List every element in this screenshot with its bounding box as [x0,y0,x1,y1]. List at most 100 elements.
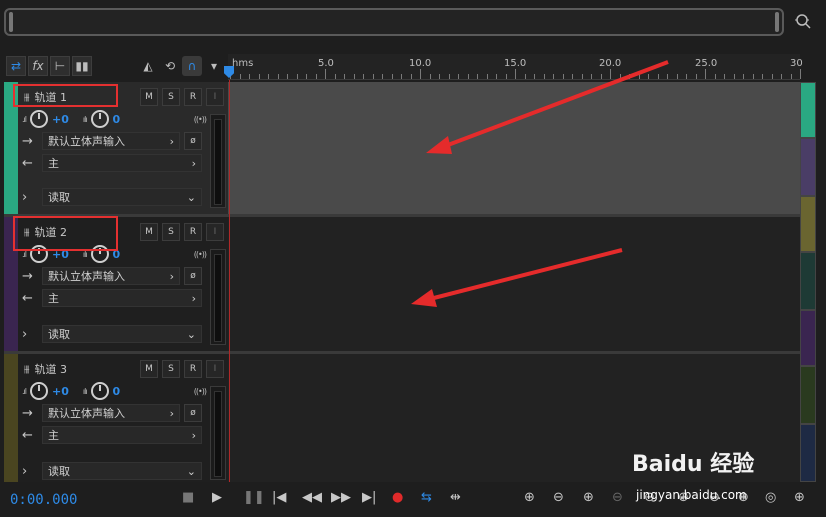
ruler-tick [572,74,573,79]
mute-button[interactable]: M [140,88,158,106]
record-arm-button[interactable]: R [184,88,202,106]
track-lane[interactable] [228,82,800,214]
record-arm-button[interactable]: R [184,360,202,378]
sends-icon[interactable]: ⊢ [50,56,70,76]
snap-magnet-icon[interactable]: ∩ [182,56,202,76]
ruler-tick [676,74,678,79]
pan-knob[interactable] [90,110,109,128]
output-select[interactable]: 主 › [42,154,202,172]
zoom-in-amplitude-icon[interactable]: ⊕ [524,490,535,505]
ruler-tick [268,74,269,79]
phase-invert-icon[interactable]: ø [184,267,202,285]
output-select[interactable]: 主 › [42,426,202,444]
ruler-tick [657,74,659,79]
minimap-block [800,252,816,310]
pan-value[interactable]: 0 [113,113,121,126]
track-minimap[interactable] [800,82,818,482]
zoom-reset-icon[interactable]: ◎ [765,490,776,505]
volume-value[interactable]: +0 [52,113,69,126]
automation-value: 读取 [48,328,70,341]
track-name[interactable]: 轨道 3 [34,361,67,377]
ruler-tick [743,74,744,79]
zoom-in-time-icon[interactable]: ⊕ [583,490,594,505]
eq-icon[interactable]: ▮▮ [72,56,92,76]
ruler-tick [629,74,630,79]
zoom-selection-icon[interactable] [794,12,812,30]
ruler-tick [800,69,801,79]
overview-scrollbar[interactable] [4,8,784,36]
metronome-icon[interactable]: ◭ [138,56,158,76]
ruler-tick [790,74,792,79]
automation-value: 读取 [48,465,70,478]
input-select[interactable]: 默认立体声输入 › [42,404,180,422]
expand-icon[interactable]: › [22,464,42,479]
volume-value[interactable]: +0 [52,385,69,398]
mute-button[interactable]: M [140,223,158,241]
stereo-icon[interactable]: ((•)) [194,115,207,124]
phase-invert-icon[interactable]: ø [184,132,202,150]
input-select[interactable]: 默认立体声输入 › [42,267,180,285]
fast-forward-icon[interactable]: ▶▶ [331,490,351,505]
ruler-tick [496,74,497,79]
ruler-tick [515,69,516,79]
skip-to-start-icon[interactable]: |◀ [272,490,286,505]
inputs-outputs-icon[interactable]: ⇄ [6,56,26,76]
output-arrow-icon: ← [22,427,33,443]
pan-value[interactable]: 0 [113,385,121,398]
solo-button[interactable]: S [162,360,180,378]
solo-button[interactable]: S [162,88,180,106]
pan-knob[interactable] [90,382,109,400]
record-icon[interactable]: ● [392,490,403,505]
ruler-tick [505,74,507,79]
input-select-value: 默认立体声输入 [48,135,125,148]
solo-button[interactable]: S [162,223,180,241]
track-lane[interactable] [228,217,800,351]
zoom-out-time-icon[interactable]: ⊖ [612,490,623,505]
loop-icon[interactable]: ⟲ [160,56,180,76]
volume-knob[interactable] [30,382,48,400]
loop-playback-icon[interactable]: ⇆ [421,490,432,505]
expand-icon[interactable]: › [22,190,42,205]
play-icon[interactable]: ▶ [212,490,222,505]
stop-icon[interactable]: ■ [182,490,194,505]
input-arrow-icon: → [22,405,33,421]
monitor-input-button[interactable]: I [206,360,224,378]
stereo-icon[interactable]: ((•)) [194,250,207,259]
output-select[interactable]: 主 › [42,289,202,307]
track-divider[interactable] [4,351,800,354]
time-ruler[interactable]: hms 5.0 10.0 15.0 20.0 25.0 30 [228,54,803,80]
ruler-tick [724,74,725,79]
monitor-input-button[interactable]: I [206,88,224,106]
rewind-icon[interactable]: ◀◀ [302,490,322,505]
output-select-value: 主 [48,292,59,305]
ruler-tick [353,74,355,79]
monitor-input-button[interactable]: I [206,223,224,241]
record-arm-button[interactable]: R [184,223,202,241]
ruler-tick [382,74,383,79]
phase-invert-icon[interactable]: ø [184,404,202,422]
minimap-block [800,424,816,482]
ruler-tick [619,74,621,79]
skip-to-end-icon[interactable]: ▶| [362,490,376,505]
watermark-url: jingyan.baidu.com [636,488,747,502]
ruler-tick [344,74,345,79]
mute-button[interactable]: M [140,360,158,378]
pause-icon[interactable]: ❚❚ [243,490,265,505]
ruler-tick [420,69,421,79]
effects-fx-icon[interactable]: fx [28,56,48,76]
output-select-value: 主 [48,157,59,170]
automation-select[interactable]: 读取 ⌄ [42,462,202,480]
zoom-tracks-icon[interactable]: ⊕ [794,490,805,505]
input-select[interactable]: 默认立体声输入 › [42,132,180,150]
automation-select[interactable]: 读取 ⌄ [42,188,202,206]
stereo-icon[interactable]: ((•)) [194,387,207,396]
current-time[interactable]: 0:00.000 [10,492,77,508]
volume-knob[interactable] [30,110,48,128]
track-divider[interactable] [4,214,800,217]
ruler-tick [334,74,336,79]
marker-pin-icon[interactable]: ▾ [204,56,224,76]
automation-select[interactable]: 读取 ⌄ [42,325,202,343]
skip-selection-icon[interactable]: ⇹ [450,490,461,505]
expand-icon[interactable]: › [22,327,42,342]
zoom-out-amplitude-icon[interactable]: ⊖ [553,490,564,505]
